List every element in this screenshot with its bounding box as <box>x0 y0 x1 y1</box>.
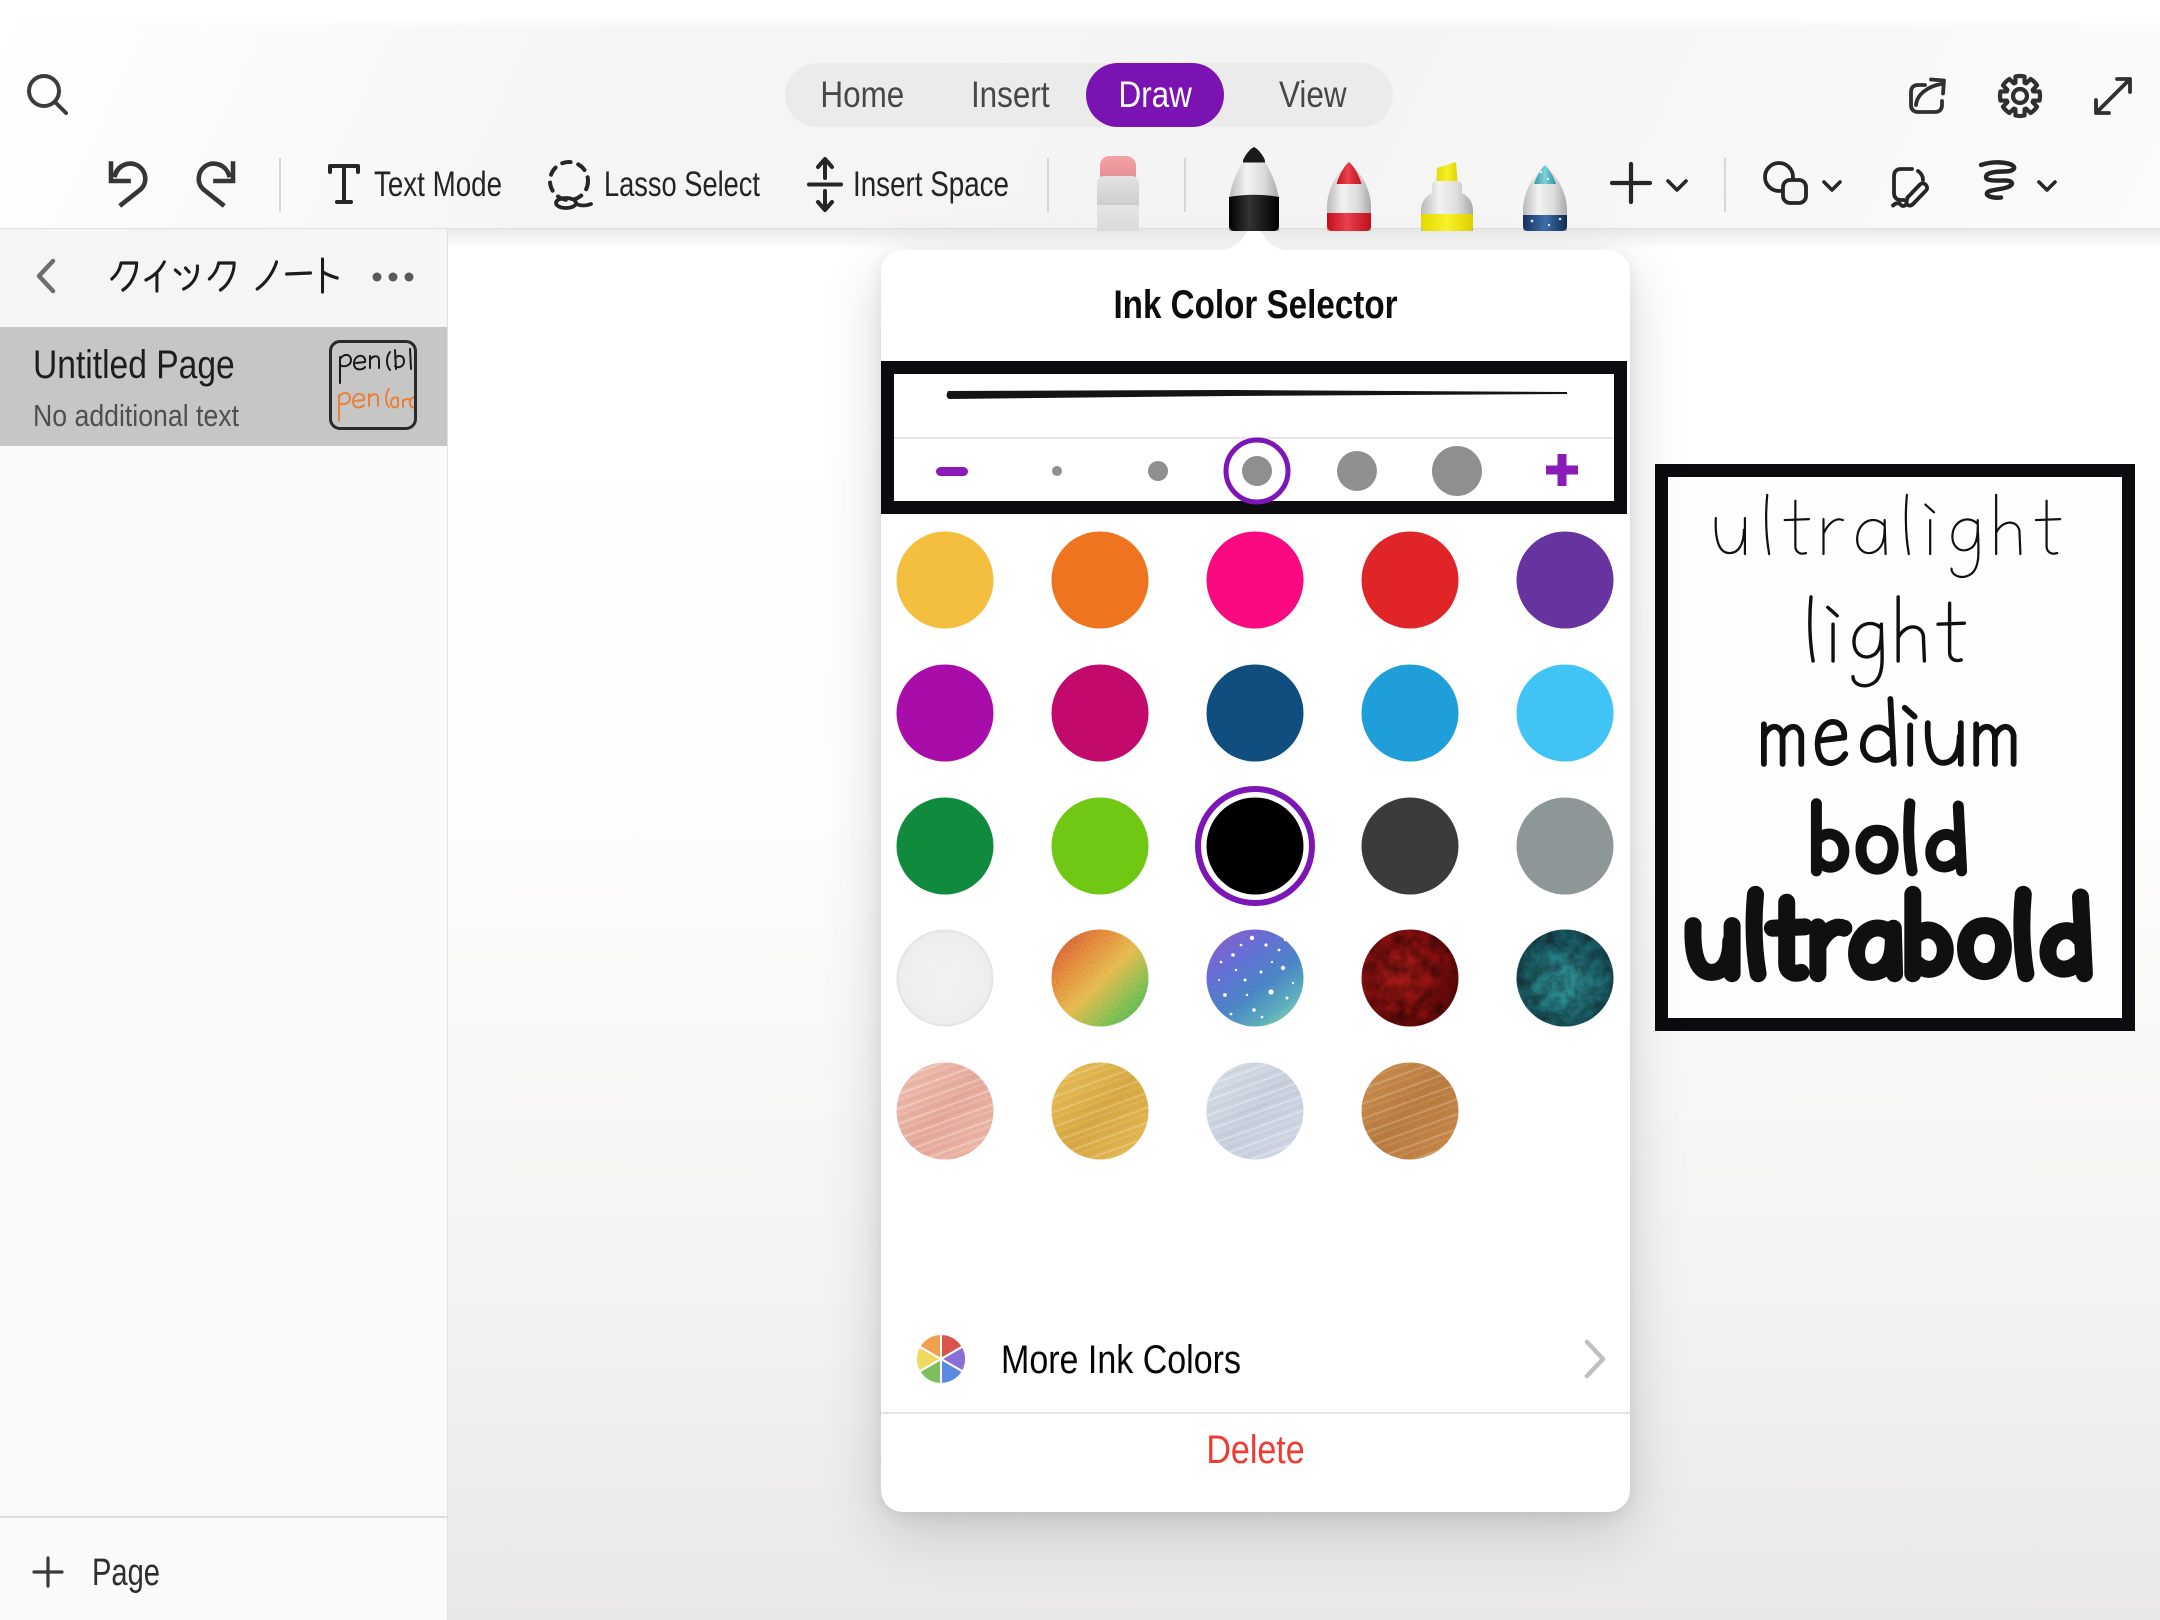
svg-text:Text Mode: Text Mode <box>374 165 502 204</box>
svg-text:Lasso Select: Lasso Select <box>604 165 760 204</box>
svg-text:Insert Space: Insert Space <box>853 165 1009 204</box>
svg-text:Page: Page <box>92 1552 160 1594</box>
